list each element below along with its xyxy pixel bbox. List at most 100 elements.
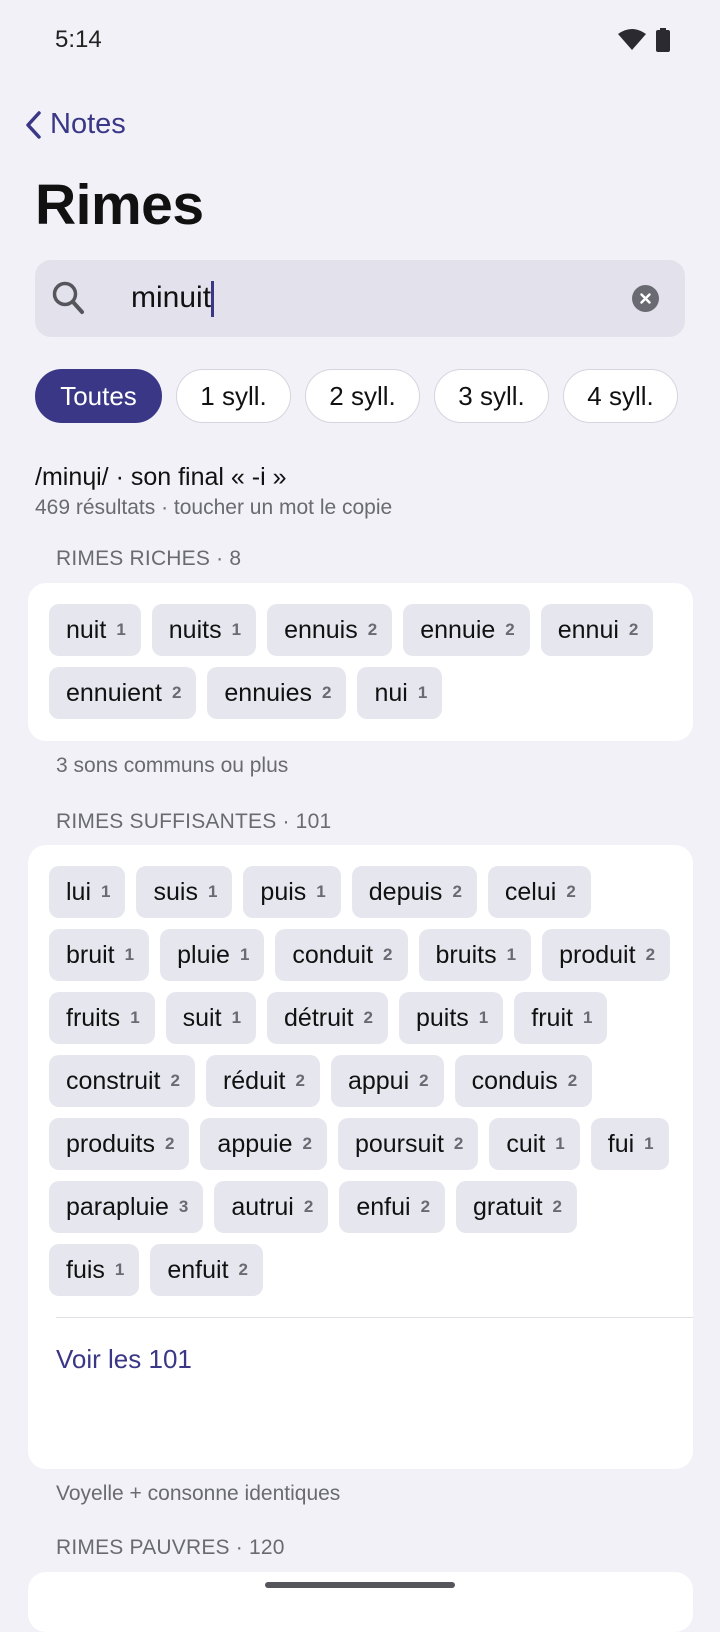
text-cursor xyxy=(211,281,214,317)
filter-chip-1-syll[interactable]: 1 syll. xyxy=(176,369,291,423)
rhyme-word: lui xyxy=(66,877,92,906)
syllable-count: 2 xyxy=(552,1197,562,1216)
rhyme-word-chip[interactable]: conduit 2 xyxy=(275,929,408,981)
rhyme-word-chip[interactable]: appuie 2 xyxy=(200,1118,327,1170)
syllable-count: 1 xyxy=(101,882,111,901)
rhyme-word: détruit xyxy=(284,1003,354,1032)
rhyme-word-chip[interactable]: suis 1 xyxy=(136,866,233,918)
status-bar: 5:14 xyxy=(0,0,720,84)
search-input[interactable] xyxy=(95,274,615,322)
rhyme-word: conduit xyxy=(292,940,374,969)
section-header-suffisantes: RIMES SUFFISANTES · 101 xyxy=(56,810,332,833)
syllable-count: 1 xyxy=(124,945,135,964)
rhyme-word-chip[interactable]: ennuies 2 xyxy=(207,667,347,719)
rhyme-word-chip[interactable]: conduis 2 xyxy=(454,1055,593,1107)
syllable-count: 2 xyxy=(567,1071,578,1090)
rhyme-word-chip[interactable]: puis 1 xyxy=(243,866,341,918)
rhyme-word-chip[interactable]: construit 2 xyxy=(49,1055,195,1107)
syllable-count: 2 xyxy=(171,683,182,702)
rhyme-word: bruits xyxy=(435,940,497,969)
card-rimes-pauvres xyxy=(28,1572,693,1632)
syllable-count: 2 xyxy=(302,1134,312,1153)
rhyme-word: nuits xyxy=(168,615,222,644)
rhyme-word-chip[interactable]: parapluie 3 xyxy=(49,1181,204,1233)
rhyme-word-chip[interactable]: fui 1 xyxy=(590,1118,669,1170)
filter-chip-2-syll[interactable]: 2 syll. xyxy=(305,369,420,423)
rhyme-word-chip[interactable]: poursuit 2 xyxy=(337,1118,479,1170)
rhyme-word-chip[interactable]: autrui 2 xyxy=(214,1181,329,1233)
clear-search-button[interactable] xyxy=(632,285,659,312)
rhyme-word: fruit xyxy=(531,1003,573,1032)
rhyme-word-chip[interactable]: nuit 1 xyxy=(49,604,141,656)
rhyme-word: suis xyxy=(153,877,198,906)
rhyme-word-chip[interactable]: ennuis 2 xyxy=(267,604,393,656)
result-count: 469 résultats · toucher un mot le copie xyxy=(35,496,393,519)
rhyme-word-chip[interactable]: ennuie 2 xyxy=(403,604,530,656)
rhyme-word-chip[interactable]: cuit 1 xyxy=(489,1118,580,1170)
syllable-count: 2 xyxy=(383,945,393,964)
rhyme-word-chip[interactable]: réduit 2 xyxy=(205,1055,320,1107)
syllable-count: 2 xyxy=(303,1197,314,1216)
rhyme-word-chip[interactable]: suit 1 xyxy=(165,992,257,1044)
syllable-count: 2 xyxy=(295,1071,305,1090)
syllable-count: 2 xyxy=(452,882,462,901)
rhyme-word-chip[interactable]: enfui 2 xyxy=(339,1181,446,1233)
rhyme-word-chip[interactable]: pluie 1 xyxy=(160,929,265,981)
rhyme-word: suit xyxy=(182,1003,222,1032)
syllable-count: 1 xyxy=(506,945,517,964)
rhyme-word: puis xyxy=(260,877,307,906)
rhyme-word-chip[interactable]: produit 2 xyxy=(542,929,671,981)
rhyme-word-chip[interactable]: bruit 1 xyxy=(49,929,150,981)
card-rimes-suffisantes: lui 1 suis 1 puis 1 depuis 2 celui 2 bruit 1 pluie 1 c… xyxy=(28,845,693,1469)
rhyme-word: produit xyxy=(559,940,636,969)
section-header-pauvres: RIMES PAUVRES · 120 xyxy=(56,1536,285,1559)
syllable-count: 1 xyxy=(239,945,250,964)
filter-chip-4-syll[interactable]: 4 syll. xyxy=(563,369,678,423)
rhyme-word-chip[interactable]: détruit 2 xyxy=(267,992,388,1044)
syllable-count: 1 xyxy=(231,620,242,639)
rhyme-word: ennuient xyxy=(66,678,162,707)
rhyme-word: ennuies xyxy=(224,678,312,707)
syllable-count: 1 xyxy=(114,1260,125,1279)
syllable-count: 1 xyxy=(417,683,428,702)
rhyme-word-chip[interactable]: enfuit 2 xyxy=(150,1244,264,1296)
rhyme-word-chip[interactable]: ennui 2 xyxy=(540,604,654,656)
syllable-count: 2 xyxy=(367,620,378,639)
rhyme-word-chip[interactable]: depuis 2 xyxy=(351,866,477,918)
rhyme-word-chip[interactable]: bruits 1 xyxy=(418,929,532,981)
syllable-count: 1 xyxy=(644,1134,654,1153)
syllable-count: 3 xyxy=(178,1197,189,1216)
chevron-left-icon xyxy=(26,110,41,139)
rhyme-word-chip[interactable]: fruit 1 xyxy=(514,992,608,1044)
rhyme-word-chip[interactable]: nuits 1 xyxy=(151,604,257,656)
syllable-count: 2 xyxy=(321,683,332,702)
rhyme-word-chip[interactable]: appui 2 xyxy=(330,1055,444,1107)
word-list-riches: nuit 1 nuits 1 ennuis 2 ennuie 2 ennui 2 ennuient 2… xyxy=(49,604,673,719)
section-header-riches: RIMES RICHES · 8 xyxy=(56,547,242,570)
rhyme-word-chip[interactable]: puits 1 xyxy=(398,992,504,1044)
rhyme-word-chip[interactable]: fruits 1 xyxy=(49,992,155,1044)
rhyme-word: réduit xyxy=(222,1066,286,1095)
syllable-count: 1 xyxy=(478,1008,489,1027)
filter-chip-toutes[interactable]: Toutes xyxy=(35,369,162,423)
syllable-count: 2 xyxy=(420,1197,431,1216)
rhyme-word-chip[interactable]: produits 2 xyxy=(49,1118,190,1170)
back-button[interactable]: Notes xyxy=(24,108,126,141)
section-footnote-suffisantes: Voyelle + consonne identiques xyxy=(56,1482,341,1505)
home-indicator[interactable] xyxy=(265,1582,455,1588)
see-all-link[interactable]: Voir les 101 xyxy=(49,1318,673,1375)
rhyme-word-chip[interactable]: nui 1 xyxy=(357,667,443,719)
rhyme-word-chip[interactable]: celui 2 xyxy=(487,866,591,918)
rhyme-word: fui xyxy=(607,1129,635,1158)
page-title: Rimes xyxy=(35,173,204,237)
rhyme-word-chip[interactable]: lui 1 xyxy=(49,866,126,918)
rhyme-word-chip[interactable]: gratuit 2 xyxy=(456,1181,577,1233)
status-time: 5:14 xyxy=(55,26,102,53)
filter-chip-3-syll[interactable]: 3 syll. xyxy=(434,369,549,423)
search-bar[interactable] xyxy=(35,260,685,337)
syllable-filters: Toutes 1 syll. 2 syll. 3 syll. 4 syll. xyxy=(35,369,685,425)
rhyme-word: puits xyxy=(415,1003,469,1032)
syllable-count: 1 xyxy=(130,1008,140,1027)
rhyme-word-chip[interactable]: ennuient 2 xyxy=(49,667,197,719)
rhyme-word-chip[interactable]: fuis 1 xyxy=(49,1244,140,1296)
